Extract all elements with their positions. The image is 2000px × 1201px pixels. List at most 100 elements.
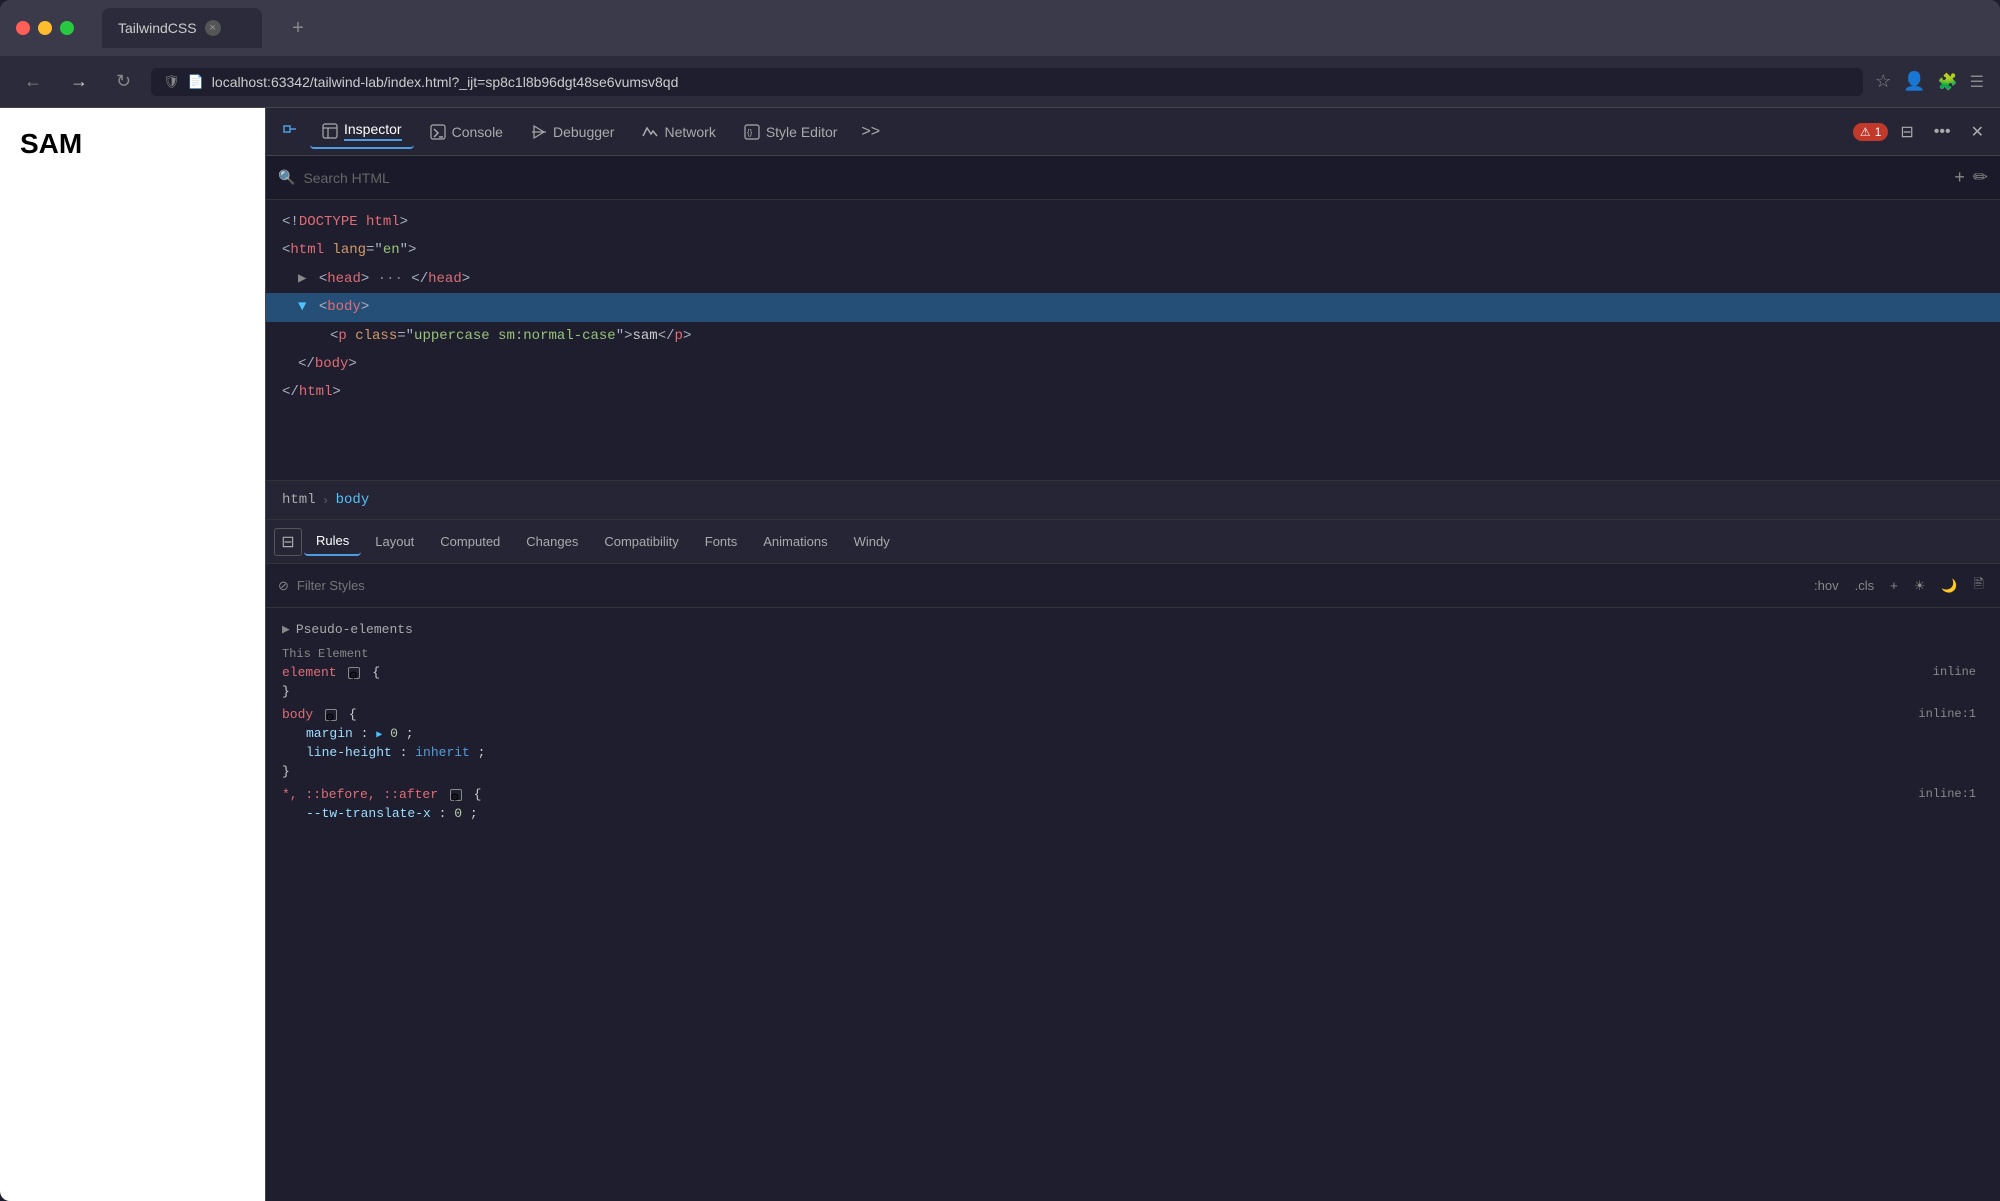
style-tab-windy[interactable]: Windy (842, 528, 902, 555)
minimize-traffic-light[interactable] (38, 21, 52, 35)
traffic-lights (16, 21, 74, 35)
css-rule-selector-universal: *, ::before, ::after ⚙ { inline:1 (266, 785, 2000, 804)
pseudo-triangle-icon: ▶ (282, 622, 290, 637)
page-sam-text: SAM (20, 128, 82, 160)
light-mode-button[interactable]: ☀ (1910, 576, 1930, 596)
arrow-icon: ▶ (376, 730, 382, 741)
css-rule-selector-body: body ⚙ { inline:1 (266, 705, 2000, 724)
tree-p-element[interactable]: <p class="uppercase sm:normal-case">sam<… (266, 322, 2000, 350)
overflow-menu-button[interactable]: ••• (1926, 119, 1959, 145)
error-badge[interactable]: ⚠ 1 (1853, 123, 1888, 141)
style-tab-changes[interactable]: Changes (514, 528, 590, 555)
close-devtools-button[interactable]: ✕ (1963, 118, 1992, 146)
css-rule-selector-element: element ⚙ { inline (266, 663, 2000, 682)
console-tab-label: Console (452, 124, 503, 140)
element-source: inline (1933, 665, 1976, 679)
search-input[interactable] (303, 170, 1946, 186)
tw-translate-prop: --tw-translate-x (306, 806, 431, 821)
style-tab-computed[interactable]: Computed (428, 528, 512, 555)
extensions-icon[interactable]: 🧩 (1938, 72, 1958, 92)
style-tab-compatibility[interactable]: Compatibility (592, 528, 690, 555)
open-brace-universal: { (474, 787, 482, 802)
breadcrumb: html › body (266, 480, 2000, 520)
open-brace-body: { (349, 707, 357, 722)
css-rules-panel: ▶ Pseudo-elements This Element element ⚙… (266, 608, 2000, 1201)
style-panel-icon[interactable]: ⊟ (274, 528, 302, 556)
bookmark-icon[interactable]: ☆ (1875, 71, 1891, 92)
devtools-panel: Inspector Console Debugger (265, 108, 2000, 1201)
style-tab-rules[interactable]: Rules (304, 527, 361, 556)
browser-tab[interactable]: TailwindCSS × (102, 8, 262, 48)
css-closing-brace: } (266, 682, 2000, 701)
style-editor-tab-label: Style Editor (766, 124, 838, 140)
body-source: inline:1 (1918, 707, 1976, 721)
breadcrumb-html[interactable]: html (282, 492, 316, 508)
tree-body-open[interactable]: ▼ <body> (266, 293, 2000, 321)
css-rule-element: element ⚙ { inline } (266, 663, 2000, 701)
menu-icon[interactable]: ☰ (1970, 72, 1984, 92)
open-brace: { (372, 665, 380, 680)
body-settings-icon[interactable]: ⚙ (325, 709, 337, 721)
dock-button[interactable]: ⊟ (1892, 118, 1921, 146)
tree-body-close[interactable]: </body> (266, 350, 2000, 378)
filter-icon: ⊘ (278, 578, 289, 594)
tree-html-close[interactable]: </html> (266, 378, 2000, 406)
tree-head[interactable]: ▶ <head> ··· </head> (266, 265, 2000, 293)
close-traffic-light[interactable] (16, 21, 30, 35)
browser-window: TailwindCSS × + ← → ↻ 🛡 📄 localhost:6334… (0, 0, 2000, 1201)
dark-mode-button[interactable]: 🌙 (1937, 576, 1961, 596)
url-text: localhost:63342/tailwind-lab/index.html?… (212, 74, 679, 90)
line-height-value: inherit (415, 745, 470, 760)
new-tab-button[interactable]: + (282, 12, 314, 44)
cls-button[interactable]: .cls (1851, 576, 1879, 595)
inspector-tab-label: Inspector (344, 121, 402, 141)
element-picker-button[interactable] (274, 116, 306, 148)
profile-icon[interactable]: 👤 (1903, 71, 1925, 92)
breadcrumb-body[interactable]: body (336, 492, 370, 508)
pseudo-elements-section[interactable]: ▶ Pseudo-elements (266, 616, 2000, 643)
style-tab-layout[interactable]: Layout (363, 528, 426, 555)
css-rule-body: body ⚙ { inline:1 margin : ▶ 0 ; line-he… (266, 705, 2000, 781)
style-tab-animations[interactable]: Animations (751, 528, 839, 555)
html-tree[interactable]: <!DOCTYPE html> <html lang="en"> ▶ <head… (266, 200, 2000, 480)
back-button[interactable]: ← (16, 67, 50, 96)
search-actions: + ✏ (1954, 167, 1988, 188)
main-content: SAM Inspector (0, 108, 2000, 1201)
reload-button[interactable]: ↻ (108, 67, 139, 96)
tree-html-open[interactable]: <html lang="en"> (266, 236, 2000, 264)
tab-close-button[interactable]: × (205, 20, 221, 36)
tab-style-editor[interactable]: {} Style Editor (732, 118, 850, 146)
error-icon: ⚠ (1860, 125, 1871, 139)
hov-button[interactable]: :hov (1810, 576, 1843, 595)
breadcrumb-separator: › (324, 493, 328, 507)
pick-element-button[interactable]: ✏ (1973, 167, 1988, 188)
semicolon: ; (406, 726, 414, 741)
more-tools-button[interactable]: >> (853, 119, 888, 145)
add-rule-button[interactable]: + (1886, 576, 1902, 595)
tab-inspector[interactable]: Inspector (310, 115, 414, 149)
tree-doctype[interactable]: <!DOCTYPE html> (266, 208, 2000, 236)
filter-input[interactable] (297, 578, 1802, 593)
filter-actions: :hov .cls + ☀ 🌙 🖹 (1810, 573, 1988, 599)
element-selector: element (282, 665, 337, 680)
style-tab-fonts[interactable]: Fonts (693, 528, 750, 555)
body-selector: body (282, 707, 313, 722)
security-icon: 🛡 (163, 74, 180, 90)
tab-network[interactable]: Network (630, 118, 727, 146)
margin-value: 0 (390, 726, 398, 741)
svg-text:{}: {} (747, 128, 753, 137)
universal-selector: *, ::before, ::after (282, 787, 438, 802)
tab-console[interactable]: Console (418, 118, 515, 146)
search-bar: 🔍 + ✏ (266, 156, 2000, 200)
forward-button[interactable]: → (62, 67, 96, 96)
line-height-prop: line-height (306, 745, 392, 760)
tab-debugger[interactable]: Debugger (519, 118, 627, 146)
maximize-traffic-light[interactable] (60, 21, 74, 35)
add-node-button[interactable]: + (1954, 167, 1965, 188)
print-button[interactable]: 🖹 (1970, 573, 1988, 599)
css-rule-universal: *, ::before, ::after ⚙ { inline:1 --tw-t… (266, 785, 2000, 823)
element-settings-icon[interactable]: ⚙ (348, 667, 360, 679)
colon3: : (439, 806, 455, 821)
universal-settings-icon[interactable]: ⚙ (450, 789, 462, 801)
url-bar-input[interactable]: 🛡 📄 localhost:63342/tailwind-lab/index.h… (151, 68, 1863, 96)
